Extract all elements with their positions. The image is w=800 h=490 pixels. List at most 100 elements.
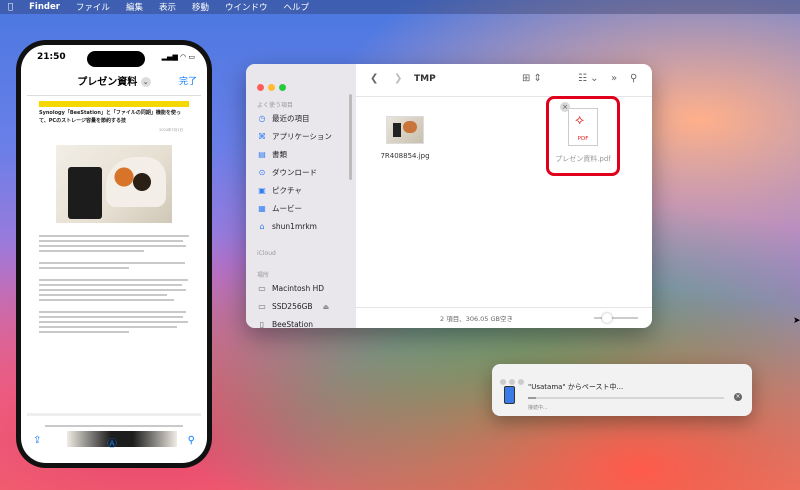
finder-status-bar: 2 項目、306.05 GB空き xyxy=(356,307,652,328)
menu-help[interactable]: ヘルプ xyxy=(284,1,310,13)
share-icon[interactable]: ⇪ xyxy=(33,435,41,446)
sidebar-item-label: 最近の項目 xyxy=(272,114,310,123)
clock-icon: ◷ xyxy=(258,114,266,123)
dynamic-island xyxy=(87,51,145,67)
file-pdf[interactable]: ⟡ PDF プレゼン資料.pdf xyxy=(550,108,616,164)
sidebar-section-icloud: iCloud xyxy=(257,250,276,257)
sidebar-item-label: ムービー xyxy=(272,204,302,213)
menu-finder[interactable]: Finder xyxy=(29,2,60,12)
mouse-cursor-icon: ➤ xyxy=(793,316,800,326)
sidebar-item-label: アプリケーション xyxy=(272,132,332,141)
more-icon[interactable]: » xyxy=(611,73,617,84)
iphone-mirror: 21:50 ▂▄▆ ◠ ▭ プレゼン資料 ⌄ 完了 Synology「BeeSt… xyxy=(16,40,212,468)
doc-body-text xyxy=(39,235,189,333)
progress-fill xyxy=(528,397,536,399)
close-window-button[interactable] xyxy=(500,379,506,385)
nas-device xyxy=(68,167,102,219)
menu-view[interactable]: 表示 xyxy=(159,1,176,13)
eject-icon[interactable]: ⏏ xyxy=(323,303,330,311)
sidebar-item-downloads[interactable]: ⊙ ダウンロード xyxy=(257,166,317,179)
menu-window[interactable]: ウインドウ xyxy=(225,1,268,13)
search-icon[interactable]: ⚲ xyxy=(188,435,195,446)
zoom-window-button[interactable] xyxy=(518,379,524,385)
menu-go[interactable]: 移動 xyxy=(192,1,209,13)
document-page: Synology「BeeStation」と「ファイルの同期」機能を使って、PCの… xyxy=(27,95,201,412)
menu-file[interactable]: ファイル xyxy=(76,1,110,13)
picture-icon: ▣ xyxy=(258,186,266,195)
done-button[interactable]: 完了 xyxy=(179,74,197,87)
apps-icon: ⌘ xyxy=(258,132,266,141)
doc-headline: Synology「BeeStation」と「ファイルの同期」機能を使って、PCの… xyxy=(39,110,181,124)
status-text: 2 項目、306.05 GB空き xyxy=(440,315,514,323)
group-icon[interactable]: ☷ ⌄ xyxy=(578,73,599,84)
sidebar-item-pictures[interactable]: ▣ ピクチャ xyxy=(257,184,302,197)
phone-time: 21:50 xyxy=(37,52,66,62)
sidebar-item-recents[interactable]: ◷ 最近の項目 xyxy=(257,112,310,125)
sidebar-item-home[interactable]: ⌂ shun1mrkm xyxy=(257,220,317,233)
back-icon[interactable]: ❮ xyxy=(370,73,378,84)
paste-substatus: 接続中... xyxy=(528,405,548,411)
image-thumbnail xyxy=(386,116,424,144)
sidebar-item-beestation[interactable]: ▯ BeeStation xyxy=(257,318,313,328)
folder-title: TMP xyxy=(414,74,436,84)
finder-window: よく使う項目 ◷ 最近の項目 ⌘ アプリケーション ▤ 書類 ⊙ ダウンロード ▣ ピクチ… xyxy=(246,64,652,328)
disk-icon: ▭ xyxy=(258,302,266,311)
nas-icon: ▯ xyxy=(259,320,265,328)
highlight-banner xyxy=(39,101,189,107)
sidebar-section-locations: 場所 xyxy=(257,272,270,279)
sidebar-item-label: BeeStation xyxy=(272,320,314,328)
cancel-copy-icon[interactable]: × xyxy=(560,102,570,112)
sidebar-item-label: 書類 xyxy=(272,150,287,159)
finder-content: ❮ ❯ TMP ⊞ ⇕ ☷ ⌄ » ⚲ 7R408854.jpg ⟡ PDF プ… xyxy=(356,64,652,328)
sidebar-item-applications[interactable]: ⌘ アプリケーション xyxy=(257,130,332,143)
doc2-text-line xyxy=(45,425,183,427)
doc-date: 2024年7月1日 xyxy=(159,128,183,132)
cat-image xyxy=(106,157,166,207)
phone-screen: 21:50 ▂▄▆ ◠ ▭ プレゼン資料 ⌄ 完了 Synology「BeeSt… xyxy=(21,45,207,463)
sidebar-item-documents[interactable]: ▤ 書類 xyxy=(257,148,287,161)
movie-icon: ▦ xyxy=(258,204,266,213)
search-icon[interactable]: ⚲ xyxy=(630,73,637,84)
finder-toolbar: ❮ ❯ TMP ⊞ ⇕ ☷ ⌄ » ⚲ xyxy=(356,64,652,97)
progress-bar xyxy=(528,397,724,399)
sidebar-scrollbar[interactable] xyxy=(349,94,352,180)
phone-doc-title-text: プレゼン資料 xyxy=(77,77,138,88)
icon-size-slider[interactable] xyxy=(594,313,638,323)
pdf-file-icon: ⟡ PDF xyxy=(568,108,598,146)
sidebar-item-label: ピクチャ xyxy=(272,186,302,195)
chevron-down-icon[interactable]: ⌄ xyxy=(140,77,151,87)
file-jpg[interactable]: 7R408854.jpg xyxy=(370,116,440,160)
disk-icon: ▭ xyxy=(258,284,266,293)
download-icon: ⊙ xyxy=(258,168,266,177)
file-name: 7R408854.jpg xyxy=(380,152,430,160)
page-separator xyxy=(27,413,201,416)
sidebar-item-label: SSD256GB xyxy=(272,302,313,311)
sidebar-item-label: ダウンロード xyxy=(272,168,317,177)
minimize-window-button[interactable] xyxy=(509,379,515,385)
forward-icon[interactable]: ❯ xyxy=(394,73,402,84)
view-icon-grid[interactable]: ⊞ ⇕ xyxy=(522,73,542,84)
sidebar-section-favorites: よく使う項目 xyxy=(257,102,294,109)
paste-message: "Usatama" からペースト中... xyxy=(528,383,624,391)
window-controls xyxy=(257,76,290,95)
apple-menu-icon[interactable]:  xyxy=(8,2,13,12)
close-window-button[interactable] xyxy=(257,84,264,91)
minimize-window-button[interactable] xyxy=(268,84,275,91)
finder-sidebar: よく使う項目 ◷ 最近の項目 ⌘ アプリケーション ▤ 書類 ⊙ ダウンロード ▣ ピクチ… xyxy=(246,64,356,328)
home-icon: ⌂ xyxy=(259,222,265,231)
sidebar-item-macintosh-hd[interactable]: ▭ Macintosh HD xyxy=(257,282,324,295)
acrobat-logo-icon: ⟡ xyxy=(575,112,585,128)
sidebar-item-movies[interactable]: ▦ ムービー xyxy=(257,202,302,215)
phone-toolbar: ⇪ Ⓐ ⚲ xyxy=(21,435,207,453)
sidebar-item-label: Macintosh HD xyxy=(272,284,325,293)
signal-wifi-battery-icon: ▂▄▆ ◠ ▭ xyxy=(161,53,195,61)
document-icon: ▤ xyxy=(258,150,266,159)
sidebar-item-ssd256gb[interactable]: ▭ SSD256GB ⏏ xyxy=(257,300,329,313)
markup-icon[interactable]: Ⓐ xyxy=(107,435,117,450)
menu-edit[interactable]: 編集 xyxy=(126,1,143,13)
doc-photo xyxy=(56,145,172,223)
iphone-icon xyxy=(504,386,515,404)
slider-knob[interactable] xyxy=(602,313,612,323)
cancel-paste-button[interactable]: × xyxy=(734,393,742,401)
zoom-window-button[interactable] xyxy=(279,84,286,91)
